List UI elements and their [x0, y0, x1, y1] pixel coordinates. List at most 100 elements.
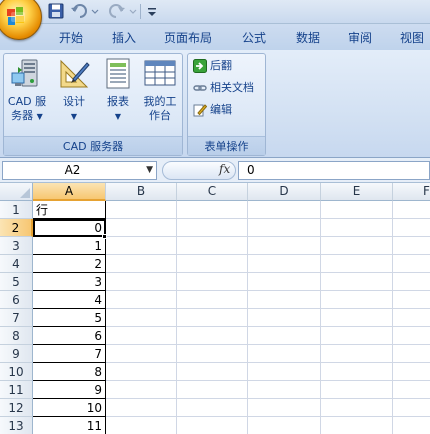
empty-cell[interactable] [321, 381, 393, 399]
row-header[interactable]: 5 [0, 273, 33, 291]
empty-cell[interactable] [106, 219, 177, 237]
empty-cell[interactable] [248, 399, 321, 417]
tab-home[interactable]: 开始 [59, 29, 83, 46]
empty-cell[interactable] [177, 363, 248, 381]
cell-a[interactable]: 5 [33, 309, 106, 327]
empty-cell[interactable] [106, 327, 177, 345]
row-header[interactable]: 2 [0, 219, 33, 237]
empty-cell[interactable] [248, 363, 321, 381]
chevron-down-icon[interactable]: ▼ [146, 162, 153, 179]
empty-cell[interactable] [321, 417, 393, 434]
empty-cell[interactable] [248, 273, 321, 291]
empty-cell[interactable] [177, 399, 248, 417]
empty-cell[interactable] [106, 345, 177, 363]
empty-cell[interactable] [393, 417, 430, 434]
cell-a[interactable]: 0 [33, 219, 106, 237]
empty-cell[interactable] [393, 255, 430, 273]
empty-cell[interactable] [321, 255, 393, 273]
column-header-b[interactable]: B [106, 183, 177, 201]
empty-cell[interactable] [177, 327, 248, 345]
empty-cell[interactable] [177, 273, 248, 291]
tab-insert[interactable]: 插入 [112, 29, 136, 46]
tab-data[interactable]: 数据 [296, 29, 320, 46]
empty-cell[interactable] [393, 219, 430, 237]
empty-cell[interactable] [321, 273, 393, 291]
cell-a[interactable]: 6 [33, 327, 106, 345]
row-header[interactable]: 13 [0, 417, 33, 434]
empty-cell[interactable] [106, 399, 177, 417]
tab-formulas[interactable]: 公式 [242, 29, 266, 46]
empty-cell[interactable] [177, 219, 248, 237]
empty-cell[interactable] [248, 237, 321, 255]
empty-cell[interactable] [248, 381, 321, 399]
empty-cell[interactable] [248, 219, 321, 237]
customize-toolbar-icon[interactable] [146, 3, 164, 20]
formula-input[interactable]: 0 [238, 161, 430, 180]
insert-function-icon[interactable]: fx [219, 162, 230, 176]
column-header-e[interactable]: E [321, 183, 393, 201]
redo-icon[interactable] [108, 3, 137, 20]
cell-a[interactable]: 2 [33, 255, 106, 273]
related-docs-button[interactable]: 相关文档 [193, 79, 254, 97]
empty-cell[interactable] [177, 201, 248, 219]
empty-cell[interactable] [393, 237, 430, 255]
column-header-f[interactable]: F [393, 183, 430, 201]
empty-cell[interactable] [106, 381, 177, 399]
row-header[interactable]: 10 [0, 363, 33, 381]
empty-cell[interactable] [106, 237, 177, 255]
empty-cell[interactable] [177, 291, 248, 309]
empty-cell[interactable] [321, 363, 393, 381]
cell-a[interactable]: 7 [33, 345, 106, 363]
design-button[interactable]: 设计 ▼ [54, 57, 94, 133]
cell-a[interactable]: 8 [33, 363, 106, 381]
empty-cell[interactable] [321, 237, 393, 255]
empty-cell[interactable] [393, 309, 430, 327]
empty-cell[interactable] [321, 201, 393, 219]
empty-cell[interactable] [248, 291, 321, 309]
cell-a[interactable]: 4 [33, 291, 106, 309]
empty-cell[interactable] [393, 381, 430, 399]
name-box[interactable]: A2 ▼ [2, 161, 157, 180]
empty-cell[interactable] [106, 255, 177, 273]
empty-cell[interactable] [106, 309, 177, 327]
empty-cell[interactable] [106, 291, 177, 309]
cad-server-button[interactable]: CAD 服 务器 ▼ [7, 57, 47, 133]
empty-cell[interactable] [248, 255, 321, 273]
empty-cell[interactable] [177, 309, 248, 327]
empty-cell[interactable] [248, 201, 321, 219]
row-header[interactable]: 3 [0, 237, 33, 255]
column-header-a[interactable]: A [33, 183, 106, 201]
row-header[interactable]: 7 [0, 309, 33, 327]
cell-a[interactable]: 10 [33, 399, 106, 417]
empty-cell[interactable] [177, 417, 248, 434]
empty-cell[interactable] [393, 273, 430, 291]
empty-cell[interactable] [393, 201, 430, 219]
row-header[interactable]: 8 [0, 327, 33, 345]
select-all-button[interactable] [0, 183, 33, 201]
row-header[interactable]: 1 [0, 201, 33, 219]
save-icon[interactable] [48, 3, 66, 20]
tab-page-layout[interactable]: 页面布局 [164, 29, 212, 46]
empty-cell[interactable] [106, 363, 177, 381]
empty-cell[interactable] [393, 399, 430, 417]
empty-cell[interactable] [321, 309, 393, 327]
empty-cell[interactable] [248, 417, 321, 434]
empty-cell[interactable] [321, 291, 393, 309]
empty-cell[interactable] [177, 255, 248, 273]
empty-cell[interactable] [248, 327, 321, 345]
row-header[interactable]: 9 [0, 345, 33, 363]
empty-cell[interactable] [106, 273, 177, 291]
workbench-button[interactable]: 我的工 作台 [140, 57, 180, 133]
empty-cell[interactable] [321, 219, 393, 237]
row-header[interactable]: 11 [0, 381, 33, 399]
cell-a[interactable]: 3 [33, 273, 106, 291]
empty-cell[interactable] [321, 399, 393, 417]
cell-a[interactable]: 11 [33, 417, 106, 434]
tab-review[interactable]: 审阅 [348, 29, 372, 46]
column-header-c[interactable]: C [177, 183, 248, 201]
empty-cell[interactable] [321, 345, 393, 363]
empty-cell[interactable] [393, 345, 430, 363]
cell-a[interactable]: 1 [33, 237, 106, 255]
empty-cell[interactable] [248, 309, 321, 327]
empty-cell[interactable] [177, 237, 248, 255]
